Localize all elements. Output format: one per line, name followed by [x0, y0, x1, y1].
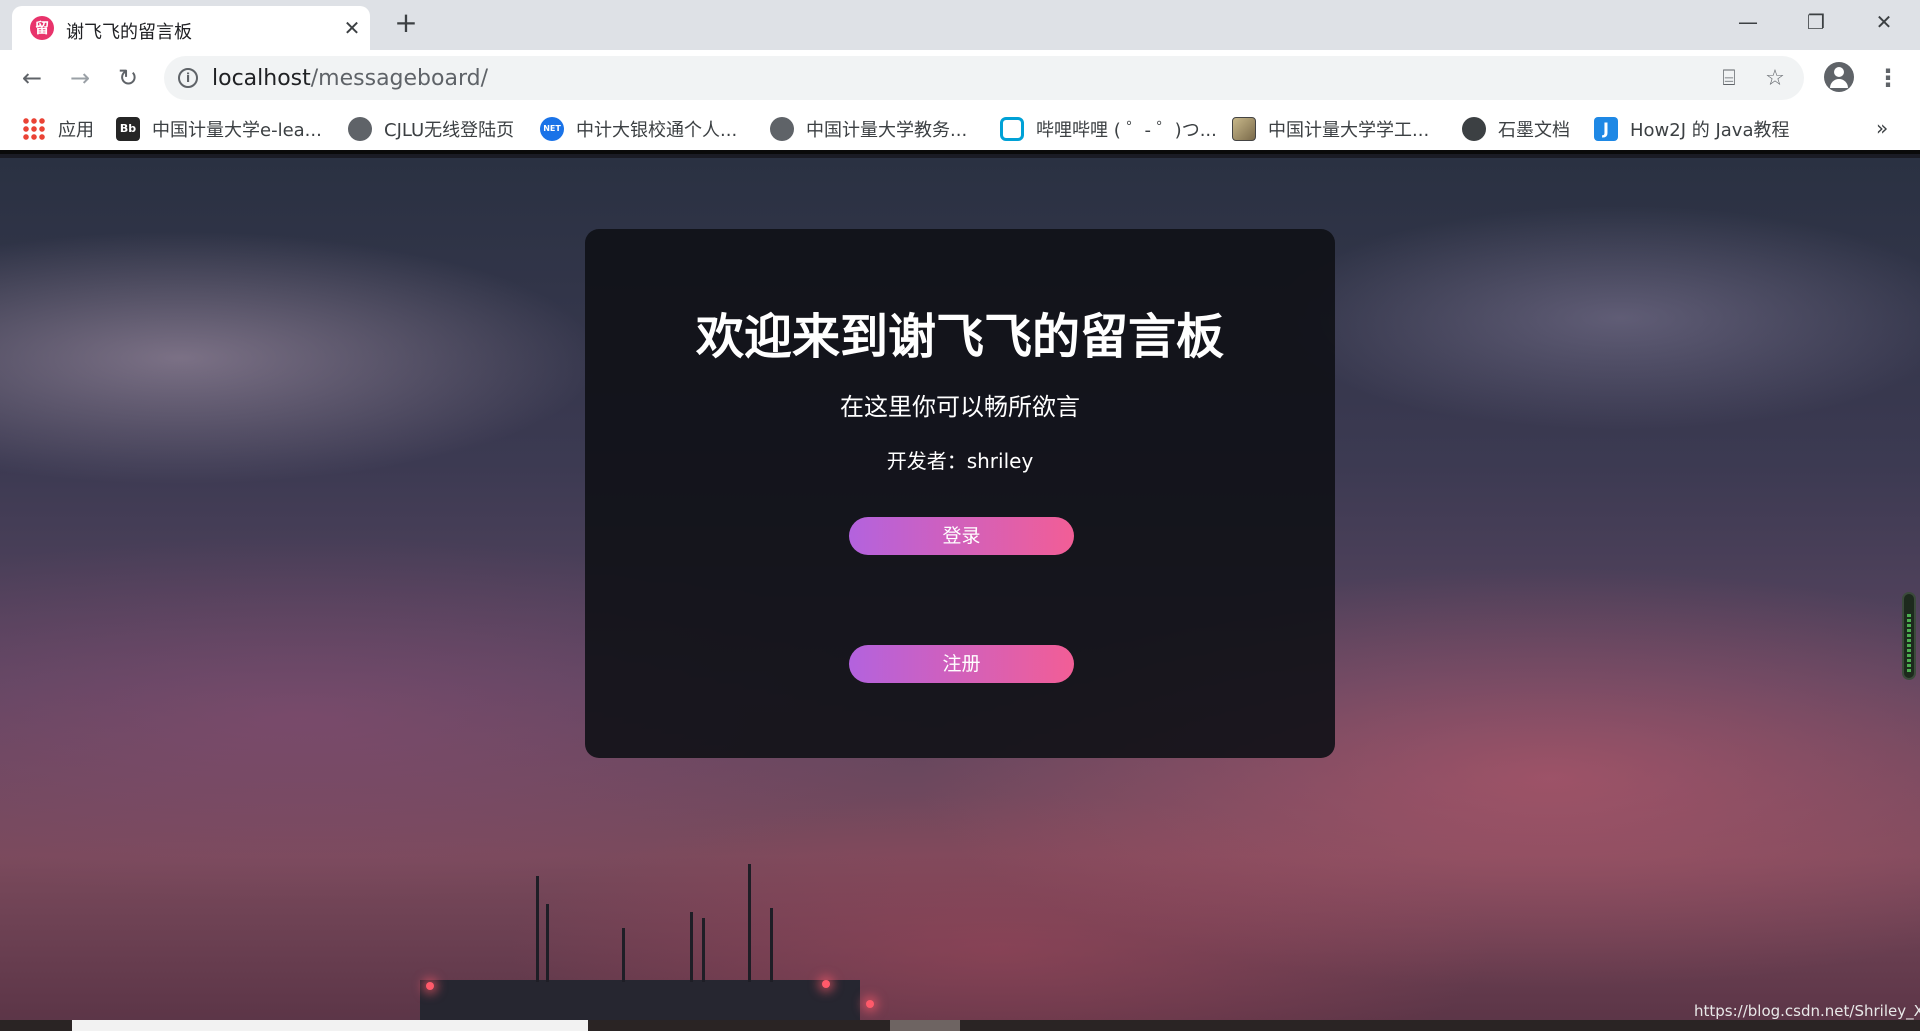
minimize-window-icon[interactable]: — [1728, 8, 1768, 36]
beacon-light [822, 980, 830, 988]
bookmark-label: 石墨文档 [1498, 120, 1570, 141]
login-button[interactable]: 登录 [849, 517, 1074, 555]
browser-menu-icon[interactable]: ⋮ [1876, 62, 1900, 94]
site-favicon-icon: 留 [30, 16, 54, 40]
bookmark-label: 中国计量大学e-lea... [152, 120, 322, 141]
browser-toolbar: ← → ↻ i localhost/messageboard/ ⌸ ☆ ⋮ [0, 50, 1920, 106]
bookmark-student-affairs[interactable]: 中国计量大学学工... [1232, 114, 1429, 144]
restore-window-icon[interactable]: ❐ [1796, 8, 1836, 36]
translate-icon[interactable]: ⌸ [1716, 66, 1742, 92]
antenna-silhouette [702, 918, 705, 982]
url-path: /messageboard/ [310, 66, 488, 91]
antenna-silhouette [536, 876, 539, 982]
bookmark-elearning[interactable]: Bb 中国计量大学e-lea... [116, 114, 322, 144]
bank-icon: NET [540, 117, 564, 141]
page-subtitle: 在这里你可以畅所欲言 [840, 393, 1080, 421]
bookmark-cjlu-wifi[interactable]: CJLU无线登陆页 [348, 114, 514, 144]
forward-icon[interactable]: → [64, 62, 96, 94]
reload-icon[interactable]: ↻ [112, 62, 144, 94]
new-tab-icon[interactable]: + [392, 9, 420, 38]
welcome-card: 欢迎来到谢飞飞的留言板 在这里你可以畅所欲言 开发者：shriley 登录 注册 [585, 229, 1335, 758]
bookmark-bilibili[interactable]: 哔哩哔哩 ( ゜- ゜)つ... [1000, 114, 1217, 144]
bottom-strip-segment [890, 1020, 960, 1031]
bookmark-label: 中国计量大学学工... [1268, 120, 1430, 141]
site-info-icon[interactable]: i [178, 68, 198, 88]
bookmark-label: 中国计量大学教务... [806, 120, 968, 141]
bookmark-label: 中计大银校通个人... [576, 120, 738, 141]
bookmark-label: CJLU无线登陆页 [384, 120, 515, 141]
bottom-strip-segment [72, 1020, 588, 1031]
bookmark-bank[interactable]: NET 中计大银校通个人... [540, 114, 737, 144]
beacon-light [426, 982, 434, 990]
apps-grid-icon [22, 117, 46, 141]
shimo-icon [1462, 117, 1486, 141]
antenna-silhouette [690, 912, 693, 982]
bilibili-icon [1000, 117, 1024, 141]
side-scroll-indicator[interactable] [1902, 592, 1916, 680]
bookmark-star-icon[interactable]: ☆ [1762, 66, 1788, 92]
tab-close-icon[interactable]: ✕ [340, 16, 364, 40]
bookmark-label: How2J 的 Java教程 [1630, 120, 1790, 141]
tab-strip: 留 谢飞飞的留言板 ✕ + — ❐ ✕ [0, 0, 1920, 50]
bookmark-shimo[interactable]: 石墨文档 [1462, 114, 1570, 144]
register-button[interactable]: 注册 [849, 645, 1074, 683]
tab-title: 谢飞飞的留言板 [66, 22, 192, 43]
antenna-silhouette [748, 864, 751, 982]
blackboard-icon: Bb [116, 117, 140, 141]
back-icon[interactable]: ← [16, 62, 48, 94]
bookmark-how2j[interactable]: J How2J 的 Java教程 [1594, 114, 1790, 144]
antenna-silhouette [770, 908, 773, 982]
bookmark-academic[interactable]: 中国计量大学教务... [770, 114, 967, 144]
page-title: 欢迎来到谢飞飞的留言板 [695, 309, 1224, 365]
bookmarks-bar: 应用 Bb 中国计量大学e-lea... CJLU无线登陆页 NET 中计大银校… [0, 106, 1920, 154]
page-background: https://blog.csdn.net/Shriley_X 欢迎来到谢飞飞的… [0, 158, 1920, 1031]
antenna-silhouette [622, 928, 625, 982]
url-host: localhost [212, 66, 311, 91]
globe-icon [348, 117, 372, 141]
browser-tab-active[interactable]: 留 谢飞飞的留言板 ✕ [12, 6, 370, 50]
bookmark-apps[interactable]: 应用 [22, 114, 94, 144]
globe-icon [770, 117, 794, 141]
profile-avatar-icon[interactable] [1824, 62, 1854, 92]
image-icon [1232, 117, 1256, 141]
close-window-icon[interactable]: ✕ [1864, 8, 1904, 36]
antenna-silhouette [546, 904, 549, 982]
csdn-watermark: https://blog.csdn.net/Shriley_X [1694, 1002, 1920, 1020]
bookmarks-overflow-icon[interactable]: » [1876, 116, 1888, 140]
beacon-light [866, 1000, 874, 1008]
how2j-icon: J [1594, 117, 1618, 141]
bookmark-label: 哔哩哔哩 ( ゜- ゜)つ... [1036, 120, 1217, 141]
bookmark-label: 应用 [58, 120, 94, 141]
address-url[interactable]: localhost/messageboard/ [212, 66, 488, 91]
address-bar[interactable]: i localhost/messageboard/ ⌸ ☆ [164, 56, 1804, 100]
developer-credit: 开发者：shriley [886, 449, 1034, 473]
